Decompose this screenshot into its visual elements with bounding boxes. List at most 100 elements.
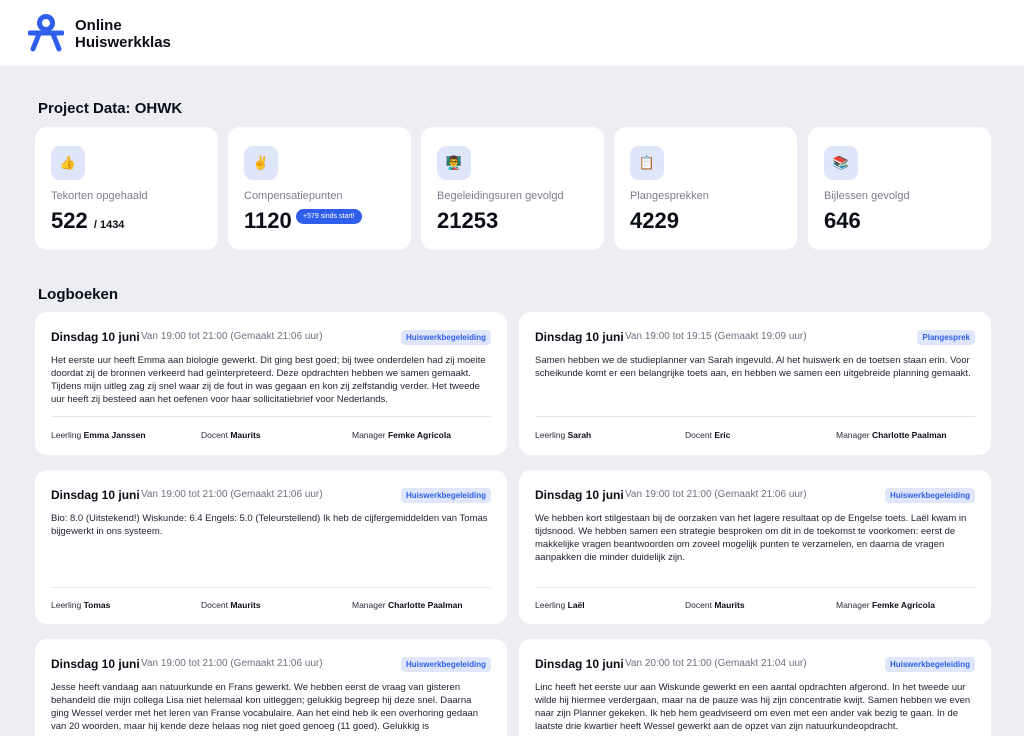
brand-name[interactable]: Online Huiswerkklas bbox=[75, 17, 171, 51]
manager-name: Charlotte Paalman bbox=[387, 600, 463, 610]
log-type-badge: Huiswerkbegeleiding bbox=[884, 488, 975, 503]
project-title: Project Data: OHWK bbox=[38, 100, 183, 117]
student-label: Leerling bbox=[51, 430, 82, 440]
victory-hand-icon: ✌ bbox=[244, 146, 278, 180]
log-date: Dinsdag 10 juni bbox=[51, 488, 140, 502]
books-icon: 📚 bbox=[824, 146, 858, 180]
log-type-badge: Huiswerkbegeleiding bbox=[400, 330, 491, 345]
stat-value: 646 bbox=[824, 208, 861, 233]
log-divider bbox=[51, 416, 491, 417]
brand-line-1: Online bbox=[75, 17, 122, 34]
thumbs-up-icon: 👍 bbox=[51, 146, 85, 180]
log-date: Dinsdag 10 juni bbox=[51, 330, 140, 344]
manager-label: Manager bbox=[352, 430, 386, 440]
log-teacher: Docent Maurits bbox=[201, 430, 261, 440]
clipboard-icon: 📋 bbox=[630, 146, 664, 180]
log-text: Het eerste uur heeft Emma aan biologie g… bbox=[51, 355, 486, 405]
top-bar: Online Huiswerkklas bbox=[0, 0, 1024, 66]
student-name: Laël bbox=[567, 600, 585, 610]
logbooks-title: Logboeken bbox=[38, 286, 119, 303]
stat-label: Plangesprekken bbox=[630, 190, 709, 202]
stat-value: 522 / 1434 bbox=[51, 208, 124, 234]
log-header: Dinsdag 10 juni Van 19:00 tot 21:00 (Gem… bbox=[51, 657, 491, 673]
log-date: Dinsdag 10 juni bbox=[535, 488, 624, 502]
brand-line-2: Huiswerkklas bbox=[75, 34, 171, 51]
log-card[interactable]: Dinsdag 10 juni Van 19:00 tot 21:00 (Gem… bbox=[35, 312, 507, 455]
stat-value: 4229 bbox=[630, 208, 679, 233]
student-name: Sarah bbox=[567, 430, 592, 440]
log-footer: Leerling Laël Docent Maurits Manager Fem… bbox=[535, 600, 975, 612]
log-type-badge: Huiswerkbegeleiding bbox=[400, 488, 491, 503]
log-date: Dinsdag 10 juni bbox=[51, 657, 140, 671]
student-label: Leerling bbox=[51, 600, 82, 610]
log-text: Bio: 8.0 (Uitstekend!) Wiskunde: 6.4 Eng… bbox=[51, 513, 488, 537]
log-student: Leerling Emma Janssen bbox=[51, 430, 146, 440]
log-header: Dinsdag 10 juni Van 19:00 tot 21:00 (Gem… bbox=[535, 488, 975, 504]
log-type-badge: Huiswerkbegeleiding bbox=[884, 657, 975, 672]
log-text: Linc heeft het eerste uur aan Wiskunde g… bbox=[535, 682, 971, 732]
log-manager: Manager Femke Agricola bbox=[836, 600, 935, 610]
stat-label: Begeleidingsuren gevolgd bbox=[437, 190, 564, 202]
student-label: Leerling bbox=[535, 430, 566, 440]
stat-card-compensatiepunten: ✌ Compensatiepunten 1120 +579 sinds star… bbox=[228, 127, 411, 250]
log-date: Dinsdag 10 juni bbox=[535, 657, 624, 671]
teacher-label: Docent bbox=[201, 430, 228, 440]
log-footer: Leerling Emma Janssen Docent Maurits Man… bbox=[51, 430, 491, 442]
stat-card-bijlessen: 📚 Bijlessen gevolgd 646 bbox=[808, 127, 991, 250]
log-card[interactable]: Dinsdag 10 juni Van 19:00 tot 21:00 (Gem… bbox=[35, 639, 507, 736]
manager-name: Femke Agricola bbox=[871, 600, 935, 610]
teacher-label: Docent bbox=[685, 430, 712, 440]
log-header: Dinsdag 10 juni Van 19:00 tot 21:00 (Gem… bbox=[51, 330, 491, 346]
log-time: Van 19:00 tot 21:00 (Gemaakt 21:06 uur) bbox=[625, 489, 807, 500]
stat-card-plangesprekken: 📋 Plangesprekken 4229 bbox=[614, 127, 797, 250]
log-time: Van 19:00 tot 21:00 (Gemaakt 21:06 uur) bbox=[141, 658, 323, 669]
manager-name: Charlotte Paalman bbox=[871, 430, 947, 440]
log-header: Dinsdag 10 juni Van 20:00 tot 21:00 (Gem… bbox=[535, 657, 975, 673]
log-text: Jesse heeft vandaag aan natuurkunde en F… bbox=[51, 682, 479, 732]
growth-badge: +579 sinds start! bbox=[296, 209, 362, 224]
stat-total: / 1434 bbox=[93, 219, 125, 231]
manager-label: Manager bbox=[836, 600, 870, 610]
log-manager: Manager Femke Agricola bbox=[352, 430, 451, 440]
stat-value: 1120 bbox=[244, 208, 292, 233]
log-card[interactable]: Dinsdag 10 juni Van 19:00 tot 21:00 (Gem… bbox=[35, 470, 507, 624]
teacher-icon: 👨‍🏫 bbox=[437, 146, 471, 180]
student-name: Tomas bbox=[83, 600, 111, 610]
manager-label: Manager bbox=[352, 600, 386, 610]
log-manager: Manager Charlotte Paalman bbox=[352, 600, 463, 610]
teacher-name: Maurits bbox=[230, 430, 261, 440]
log-divider bbox=[535, 587, 975, 588]
teacher-name: Maurits bbox=[230, 600, 261, 610]
log-time: Van 19:00 tot 21:00 (Gemaakt 21:06 uur) bbox=[141, 331, 323, 342]
stat-label: Bijlessen gevolgd bbox=[824, 190, 910, 202]
log-type-badge: Huiswerkbegeleiding bbox=[400, 657, 491, 672]
log-student: Leerling Sarah bbox=[535, 430, 591, 440]
log-type-badge: Plangesprek bbox=[917, 330, 975, 345]
stat-number: 522 bbox=[51, 208, 88, 233]
stat-card-begeleidingsuren: 👨‍🏫 Begeleidingsuren gevolgd 21253 bbox=[421, 127, 604, 250]
log-header: Dinsdag 10 juni Van 19:00 tot 19:15 (Gem… bbox=[535, 330, 975, 346]
stat-value: 21253 bbox=[437, 208, 499, 233]
log-text: Samen hebben we de studieplanner van Sar… bbox=[535, 355, 971, 379]
stat-label: Compensatiepunten bbox=[244, 190, 343, 202]
log-teacher: Docent Maurits bbox=[201, 600, 261, 610]
stat-label: Tekorten opgehaald bbox=[51, 190, 148, 202]
log-card[interactable]: Dinsdag 10 juni Van 19:00 tot 21:00 (Gem… bbox=[519, 470, 991, 624]
online-huiswerkklas-logo-icon[interactable] bbox=[28, 14, 64, 52]
log-manager: Manager Charlotte Paalman bbox=[836, 430, 947, 440]
manager-name: Femke Agricola bbox=[387, 430, 451, 440]
log-text: We hebben kort stilgestaan bij de oorzak… bbox=[535, 513, 967, 563]
manager-label: Manager bbox=[836, 430, 870, 440]
log-card[interactable]: Dinsdag 10 juni Van 19:00 tot 19:15 (Gem… bbox=[519, 312, 991, 455]
teacher-name: Eric bbox=[714, 430, 731, 440]
log-time: Van 19:00 tot 21:00 (Gemaakt 21:06 uur) bbox=[141, 489, 323, 500]
log-divider bbox=[535, 416, 975, 417]
log-time: Van 19:00 tot 19:15 (Gemaakt 19:09 uur) bbox=[625, 331, 807, 342]
student-name: Emma Janssen bbox=[83, 430, 146, 440]
log-card[interactable]: Dinsdag 10 juni Van 20:00 tot 21:00 (Gem… bbox=[519, 639, 991, 736]
log-footer: Leerling Tomas Docent Maurits Manager Ch… bbox=[51, 600, 491, 612]
log-footer: Leerling Sarah Docent Eric Manager Charl… bbox=[535, 430, 975, 442]
log-teacher: Docent Maurits bbox=[685, 600, 745, 610]
teacher-name: Maurits bbox=[714, 600, 745, 610]
log-divider bbox=[51, 587, 491, 588]
